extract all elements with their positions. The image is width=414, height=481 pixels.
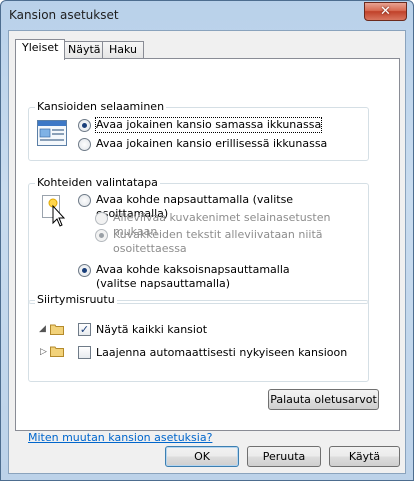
double-click-label: Avaa kohde kaksoisnapsauttamalla (valits…	[96, 263, 290, 290]
same-window-radio[interactable]	[78, 119, 91, 132]
underline-browser-radio[interactable]	[95, 212, 108, 225]
browse-folders-group: Kansioiden selaaminen Avaa jokainen kans…	[28, 100, 369, 161]
double-click-option[interactable]: Avaa kohde kaksoisnapsauttamalla (valits…	[78, 263, 328, 291]
underline-point-option[interactable]: Kuvakkeiden tekstit alleviivataan niitä …	[95, 228, 335, 256]
underline-point-radio[interactable]	[95, 229, 108, 242]
single-click-radio[interactable]	[78, 194, 91, 207]
tab-general[interactable]: Yleiset	[15, 39, 66, 60]
pointer-click-icon	[41, 194, 67, 231]
click-items-title: Kohteiden valintatapa	[35, 176, 160, 189]
general-tab-panel: Kansioiden selaaminen Avaa jokainen kans…	[15, 58, 400, 444]
folder-icon-2	[50, 345, 64, 360]
tab-view-label: Näytä	[68, 43, 101, 56]
window-title: Kansion asetukset	[9, 8, 119, 22]
navigation-pane-title: Siirtymisruutu	[35, 293, 117, 306]
double-click-radio[interactable]	[78, 264, 91, 277]
restore-defaults-button[interactable]: Palauta oletusarvot	[268, 389, 379, 410]
window-layout-icon	[37, 120, 67, 149]
auto-expand-label: Laajenna automaattisesti nykyiseen kansi…	[96, 346, 348, 359]
dialog-client: Yleiset Näytä Haku Kansioiden selaaminen	[8, 30, 406, 474]
same-window-option[interactable]: Avaa jokainen kansio samassa ikkunassa	[78, 117, 323, 133]
navigation-pane-group: Siirtymisruutu ◢ ✓ Näytä kaikki kansiot …	[28, 293, 369, 382]
ok-button[interactable]: OK	[165, 446, 239, 467]
close-button[interactable]: ✕	[364, 2, 407, 21]
separate-window-label: Avaa jokainen kansio erillisessä ikkunas…	[96, 137, 328, 150]
click-items-group: Kohteiden valintatapa Avaa kohde napsaut…	[28, 176, 369, 304]
auto-expand-option[interactable]: Laajenna automaattisesti nykyiseen kansi…	[78, 346, 347, 360]
apply-button[interactable]: Käytä	[329, 446, 400, 467]
folder-options-window: Kansion asetukset ✕ Yleiset Näytä Haku K…	[0, 0, 414, 481]
cancel-button[interactable]: Peruuta	[247, 446, 321, 467]
tab-search[interactable]: Haku	[102, 41, 145, 59]
show-all-folders-label: Näytä kaikki kansiot	[96, 323, 208, 336]
tab-general-label: Yleiset	[22, 41, 59, 54]
tree-expanded-icon: ◢	[39, 324, 46, 334]
underline-point-label: Kuvakkeiden tekstit alleviivataan niitä …	[113, 228, 323, 255]
show-all-folders-checkbox[interactable]: ✓	[78, 323, 91, 336]
help-link[interactable]: Miten muutan kansion asetuksia?	[28, 431, 212, 444]
close-icon: ✕	[380, 4, 391, 19]
tree-collapsed-icon: ▷	[40, 347, 47, 357]
folder-icon	[50, 323, 64, 338]
separate-window-option[interactable]: Avaa jokainen kansio erillisessä ikkunas…	[78, 137, 327, 151]
tab-view[interactable]: Näytä	[61, 41, 108, 59]
title-bar: Kansion asetukset ✕	[1, 1, 413, 29]
same-window-label: Avaa jokainen kansio samassa ikkunassa	[94, 117, 323, 133]
browse-folders-title: Kansioiden selaaminen	[35, 100, 167, 113]
show-all-folders-option[interactable]: ✓ Näytä kaikki kansiot	[78, 323, 207, 337]
separate-window-radio[interactable]	[78, 138, 91, 151]
tab-search-label: Haku	[109, 43, 138, 56]
auto-expand-checkbox[interactable]	[78, 346, 91, 359]
